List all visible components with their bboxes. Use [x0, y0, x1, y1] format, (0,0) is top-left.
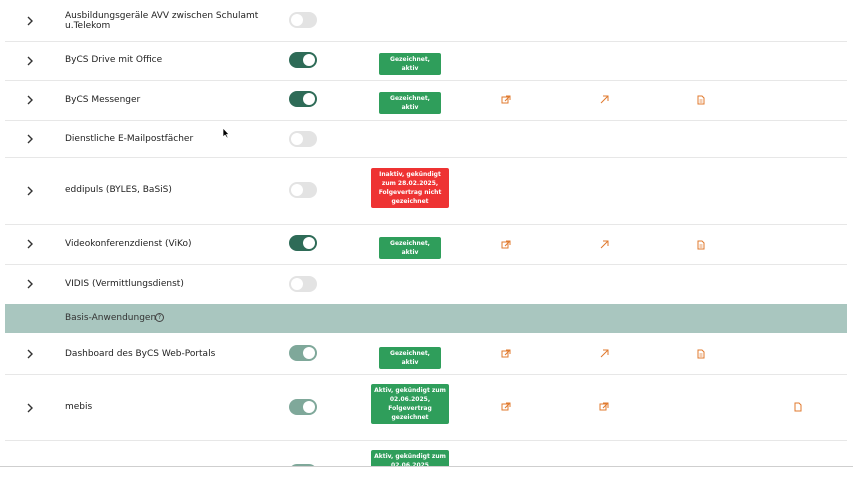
mouse-pointer-icon	[222, 124, 230, 139]
external-link-icon[interactable]	[501, 402, 511, 412]
open-link-icon[interactable]	[599, 349, 609, 359]
chevron-right-icon[interactable]	[23, 237, 37, 251]
status-badge: Gezeichnet, aktiv	[379, 53, 441, 75]
service-name: Dashboard des ByCS Web-Portals	[65, 349, 216, 359]
service-name: Videokonferenzdienst (ViKo)	[65, 239, 192, 249]
status-badge: Gezeichnet, aktiv	[379, 347, 441, 369]
status-badge: Gezeichnet, aktiv	[379, 92, 441, 114]
service-toggle[interactable]	[289, 399, 317, 415]
chevron-right-icon[interactable]	[23, 132, 37, 146]
chevron-right-icon[interactable]	[23, 401, 37, 415]
service-name: Dienstliche E-Mailpostfächer	[65, 134, 194, 144]
list-item: VIDIS (Vermittlungsdienst)	[5, 265, 847, 304]
service-name: ByCS Messenger	[65, 95, 141, 105]
service-name: mebis	[65, 402, 93, 412]
status-badge: Gezeichnet, aktiv	[379, 237, 441, 259]
status-badge: Aktiv, gekündigt zum 02.06.2025, Folgeve…	[371, 384, 449, 424]
chevron-right-icon[interactable]	[23, 184, 37, 198]
service-toggle[interactable]	[289, 235, 317, 251]
chevron-right-icon[interactable]	[23, 277, 37, 291]
section-title: Basis-Anwendungen	[65, 313, 157, 323]
list-item: Ausbildungsgeräle AVV zwischen Schulamt …	[5, 0, 847, 42]
document-icon[interactable]	[696, 95, 706, 105]
toggle-knob	[291, 278, 303, 290]
chevron-right-icon[interactable]	[23, 54, 37, 68]
list-item: Aktiv, gekündigt zum 02.06.2025	[5, 441, 847, 466]
document-icon[interactable]	[696, 240, 706, 250]
status-badge: Inaktiv, gekündigt zum 28.02.2025, Folge…	[371, 168, 449, 208]
open-link-icon[interactable]	[599, 95, 609, 105]
list-item: ByCS Drive mit Office Gezeichnet, aktiv	[5, 42, 847, 81]
external-link-icon[interactable]	[501, 240, 511, 250]
list-item: ByCS Messenger Gezeichnet, aktiv	[5, 81, 847, 121]
toggle-knob	[291, 184, 303, 196]
list-item: Dashboard des ByCS Web-Portals Gezeichne…	[5, 333, 847, 375]
viewport-bottom-divider	[0, 466, 853, 467]
document-icon[interactable]	[696, 349, 706, 359]
help-icon[interactable]: ?	[155, 313, 164, 322]
toggle-knob	[303, 237, 315, 249]
service-name: Ausbildungsgeräle AVV zwischen Schulamt …	[65, 11, 259, 31]
service-toggle[interactable]	[289, 345, 317, 361]
section-header: Basis-Anwendungen ?	[5, 304, 847, 333]
toggle-knob	[303, 347, 315, 359]
service-toggle[interactable]	[289, 91, 317, 107]
toggle-knob	[303, 93, 315, 105]
chevron-right-icon[interactable]	[23, 347, 37, 361]
toggle-knob	[303, 401, 315, 413]
open-link-icon[interactable]	[599, 402, 609, 412]
list-item: Videokonferenzdienst (ViKo) Gezeichnet, …	[5, 225, 847, 265]
service-toggle[interactable]	[289, 182, 317, 198]
service-toggle[interactable]	[289, 276, 317, 292]
service-name: VIDIS (Vermittlungsdienst)	[65, 279, 184, 289]
external-link-icon[interactable]	[501, 95, 511, 105]
toggle-knob	[303, 54, 315, 66]
service-name: ByCS Drive mit Office	[65, 55, 163, 65]
document-icon[interactable]	[793, 402, 803, 412]
toggle-knob	[291, 133, 303, 145]
list-item: eddipuls (BYLES, BaSiS) Inaktiv, gekündi…	[5, 158, 847, 225]
toggle-knob	[291, 14, 303, 26]
chevron-right-icon[interactable]	[23, 93, 37, 107]
service-toggle[interactable]	[289, 131, 317, 147]
service-toggle[interactable]	[289, 52, 317, 68]
status-badge: Aktiv, gekündigt zum 02.06.2025	[371, 450, 449, 466]
list-item: mebis Aktiv, gekündigt zum 02.06.2025, F…	[5, 375, 847, 441]
list-item: Dienstliche E-Mailpostfächer	[5, 121, 847, 158]
service-name: eddipuls (BYLES, BaSiS)	[65, 185, 172, 195]
chevron-right-icon[interactable]	[23, 14, 37, 28]
external-link-icon[interactable]	[501, 349, 511, 359]
open-link-icon[interactable]	[599, 240, 609, 250]
service-toggle[interactable]	[289, 12, 317, 28]
